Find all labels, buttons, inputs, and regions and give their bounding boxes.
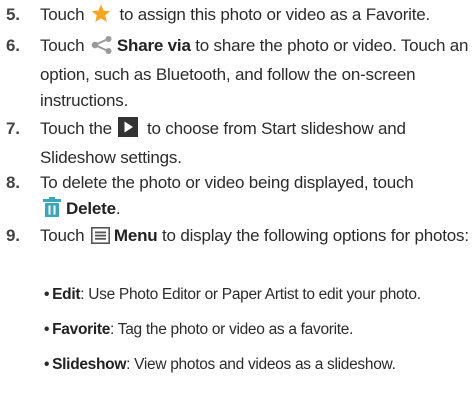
bullet-text: : View photos and videos as a slideshow. — [126, 356, 396, 373]
play-icon — [118, 117, 139, 145]
step-text: Touch — [40, 5, 85, 24]
list-item: • Slideshow: View photos and videos as a … — [44, 355, 396, 375]
step-text: To delete the photo or video being displ… — [40, 173, 414, 192]
delete-label: Delete — [66, 199, 116, 218]
menu-icon — [90, 226, 110, 252]
bullet-dot: • — [44, 286, 50, 303]
bullet-term: Edit — [52, 286, 81, 303]
menu-label: Menu — [113, 226, 158, 245]
document-page: 5. Touch to assign this photo or video a… — [0, 0, 475, 393]
share-via-label: Share via — [116, 36, 191, 55]
step-text: to display the following options for pho… — [162, 226, 469, 245]
bullet-text: : Use Photo Editor or Paper Artist to ed… — [80, 286, 421, 303]
step-text-end: . — [115, 199, 121, 218]
step-text: Touch the — [40, 119, 112, 138]
step-text: Touch — [40, 226, 85, 245]
step-number: 8. — [6, 173, 20, 192]
bullet-dot: • — [44, 321, 50, 338]
bullet-term: Slideshow — [52, 356, 127, 373]
step-text: Touch — [40, 36, 85, 55]
step-number: 5. — [6, 5, 20, 24]
trash-icon — [42, 197, 62, 225]
step-number: 6. — [6, 36, 20, 55]
step-number: 7. — [6, 119, 20, 138]
star-icon — [91, 4, 111, 31]
bullet-text: : Tag the photo or video as a favorite. — [110, 321, 354, 338]
step-number: 9. — [6, 226, 20, 245]
list-item: • Favorite: Tag the photo or video as a f… — [44, 320, 353, 340]
step-text: to assign this photo or video as a Favor… — [119, 5, 431, 24]
share-icon — [91, 36, 113, 62]
bullet-dot: • — [44, 356, 50, 373]
list-item: • Edit: Use Photo Editor or Paper Artist … — [44, 285, 421, 305]
bullet-term: Favorite — [52, 321, 111, 338]
